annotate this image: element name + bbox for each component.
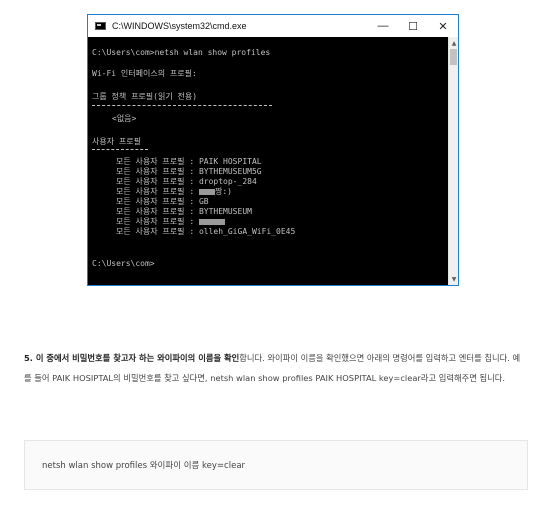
console-command: C:\Users\com>netsh wlan show profiles xyxy=(92,48,271,57)
close-button[interactable]: ✕ xyxy=(428,15,458,37)
maximize-button[interactable]: ☐ xyxy=(398,15,428,37)
scroll-down-icon[interactable]: ▼ xyxy=(449,274,459,284)
scroll-thumb[interactable] xyxy=(450,49,457,65)
profile-line: 모든 사용자 프로필 : 짱:) xyxy=(116,187,232,196)
profile-name: olleh_GiGA_WiFi_0E45 xyxy=(198,227,296,236)
window-title: C:\WINDOWS\system32\cmd.exe xyxy=(112,21,247,31)
profile-name: BYTHEMUSEUM xyxy=(198,207,252,216)
profile-line: 모든 사용자 프로필 : olleh_GiGA_WiFi_0E45 xyxy=(116,227,296,236)
user-underline xyxy=(92,149,148,150)
scroll-up-icon[interactable]: ▲ xyxy=(449,38,459,48)
profile-name: BYTHEMUSEUM5G xyxy=(198,167,262,176)
profile-name: PAIK HOSPITAL xyxy=(198,157,262,166)
step-paragraph: 5. 이 중에서 비밀번호를 찾고자 하는 와이파이의 이름을 확인합니다. 와… xyxy=(24,348,524,388)
console-group-header: 그룹 정책 프로필(읽기 전용) xyxy=(92,92,198,101)
vertical-scrollbar[interactable]: ▲ ▼ xyxy=(448,37,458,285)
profile-name: droptop-_284 xyxy=(198,177,257,186)
console-prompt: C:\Users\com> xyxy=(92,259,155,268)
minimize-button[interactable]: — xyxy=(368,15,398,37)
console-user-header: 사용자 프로필 xyxy=(92,137,141,146)
redacted-blur xyxy=(198,188,215,195)
profile-line: 모든 사용자 프로필 : GB xyxy=(116,197,209,206)
profile-name: 짱:) xyxy=(214,187,232,196)
title-bar[interactable]: C:\WINDOWS\system32\cmd.exe — ☐ ✕ xyxy=(88,15,458,37)
profile-name: GB xyxy=(198,197,209,206)
profile-line: 모든 사용자 프로필 : PAIK HOSPITAL xyxy=(116,157,262,166)
profile-line: 모든 사용자 프로필 : BYTHEMUSEUM5G xyxy=(116,167,262,176)
profile-line: 모든 사용자 프로필 : xyxy=(116,217,225,227)
step-number: 5. xyxy=(24,353,36,363)
group-underline xyxy=(92,105,272,106)
redacted-blur xyxy=(198,218,225,225)
console-none: <없음> xyxy=(112,114,137,123)
code-command: netsh wlan show profiles 와이파이 이름 key=cle… xyxy=(42,461,246,471)
console-interface-header: Wi-Fi 인터페이스의 프로필: xyxy=(92,69,197,78)
profile-line: 모든 사용자 프로필 : BYTHEMUSEUM xyxy=(116,207,252,216)
profile-line: 모든 사용자 프로필 : droptop-_284 xyxy=(116,177,257,186)
cmd-app-icon xyxy=(95,22,106,30)
console-output[interactable]: C:\Users\com>netsh wlan show profiles Wi… xyxy=(88,37,448,285)
cmd-window[interactable]: C:\WINDOWS\system32\cmd.exe — ☐ ✕ C:\Use… xyxy=(87,14,459,286)
code-block: netsh wlan show profiles 와이파이 이름 key=cle… xyxy=(24,440,528,490)
step-bold-text: 이 중에서 비밀번호를 찾고자 하는 와이파이의 이름을 확인 xyxy=(35,353,240,363)
